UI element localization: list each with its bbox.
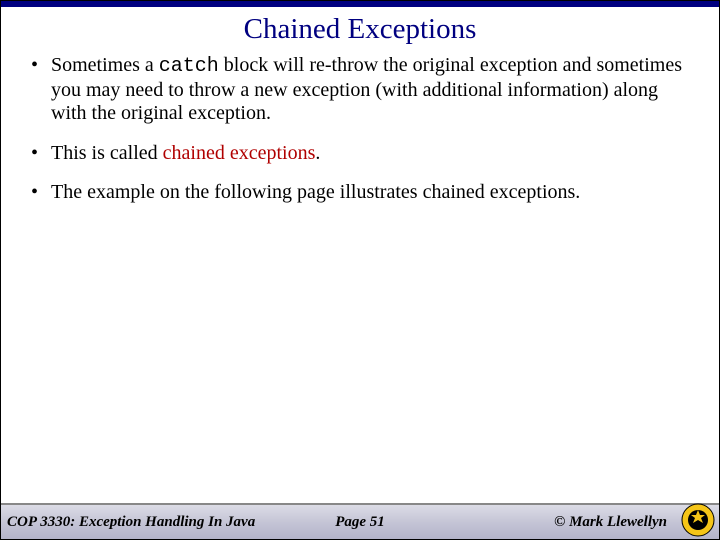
footer-bar: COP 3330: Exception Handling In Java Pag… <box>1 503 719 539</box>
emphasized-term: chained exceptions <box>163 142 316 164</box>
bullet-text: Sometimes a <box>51 54 159 76</box>
slide: Chained Exceptions Sometimes a catch blo… <box>0 0 720 540</box>
footer-course: COP 3330: Exception Handling In Java <box>7 514 255 531</box>
bullet-item: This is called chained exceptions. <box>29 142 695 166</box>
bullet-text: This is called <box>51 142 163 164</box>
bullet-item: The example on the following page illust… <box>29 181 695 205</box>
slide-title: Chained Exceptions <box>1 13 719 46</box>
footer-page: Page 51 <box>335 514 385 531</box>
content-area: Sometimes a catch block will re-throw th… <box>1 54 719 503</box>
title-bar: Chained Exceptions <box>1 1 719 54</box>
bullet-item: Sometimes a catch block will re-throw th… <box>29 54 695 126</box>
bullet-text: . <box>315 142 320 164</box>
code-keyword: catch <box>159 55 219 78</box>
bullet-list: Sometimes a catch block will re-throw th… <box>29 54 695 205</box>
bullet-text: The example on the following page illust… <box>51 181 580 203</box>
ucf-logo-icon <box>681 503 715 537</box>
